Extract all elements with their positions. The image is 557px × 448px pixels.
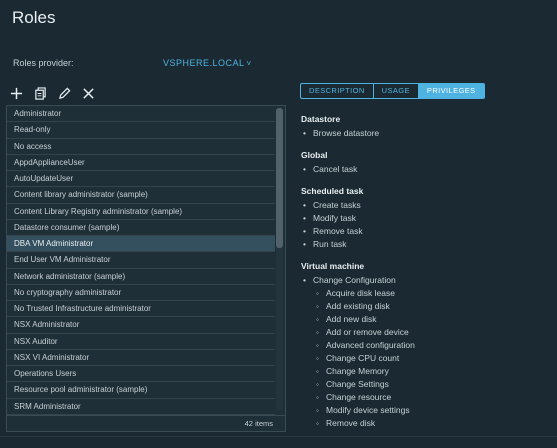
privilege-group: Datastore Browse datastore xyxy=(301,114,551,140)
scrollbar-thumb[interactable] xyxy=(276,108,283,248)
privilege-item: Run task xyxy=(301,238,551,251)
role-row[interactable]: Operations Users xyxy=(7,366,275,383)
role-row[interactable]: AppdApplianceUser xyxy=(7,155,275,171)
role-row[interactable]: Read-only xyxy=(7,122,275,139)
role-row[interactable]: Resource pool administrator (sample) xyxy=(7,382,275,399)
privilege-subitems: Acquire disk leaseAdd existing diskAdd n… xyxy=(301,287,551,430)
role-row[interactable]: AutoUpdateUser xyxy=(7,171,275,188)
role-row[interactable]: Administrator xyxy=(7,106,275,123)
privilege-item: Browse datastore xyxy=(301,127,551,140)
role-row[interactable]: End User VM Administrator xyxy=(7,252,275,269)
edit-icon[interactable] xyxy=(57,86,72,101)
role-row[interactable]: Datastore consumer (sample) xyxy=(7,220,275,236)
privilege-subitem: Acquire disk lease xyxy=(301,287,551,300)
privilege-group: Global Cancel task xyxy=(301,150,551,176)
privilege-subitem: Change Settings xyxy=(301,378,551,391)
privilege-group-title: Datastore xyxy=(301,114,341,124)
chevron-down-icon: ˅ xyxy=(246,59,252,68)
privileges-panel: Datastore Browse datastore Global Cancel… xyxy=(301,114,551,440)
roles-provider-label: Roles provider: xyxy=(13,58,74,68)
privilege-subitem: Add new disk xyxy=(301,313,551,326)
privilege-item: Create tasks xyxy=(301,199,551,212)
privilege-group-title: Global xyxy=(301,150,328,160)
tab-description[interactable]: DESCRIPTION xyxy=(301,84,374,98)
page-title: Roles xyxy=(12,8,56,27)
role-row[interactable]: Content library administrator (sample) xyxy=(7,187,275,204)
role-row[interactable]: No Trusted Infrastructure administrator xyxy=(7,301,275,318)
privilege-group-title: Virtual machine xyxy=(301,261,365,271)
role-row[interactable]: Network administrator (sample) xyxy=(7,269,275,285)
role-row[interactable]: DBA VM Administrator xyxy=(7,236,275,253)
tab-usage[interactable]: USAGE xyxy=(374,84,419,98)
roles-count: 42 items xyxy=(7,415,285,431)
privilege-group-title: Scheduled task xyxy=(301,186,364,196)
tab-privileges[interactable]: PRIVILEGES xyxy=(418,84,484,98)
role-row[interactable]: NSX VI Administrator xyxy=(7,350,275,366)
privilege-item: Remove task xyxy=(301,225,551,238)
privilege-subitem: Remove disk xyxy=(301,417,551,430)
delete-icon[interactable] xyxy=(81,86,96,101)
roles-list: Administrator Read-only No access AppdAppli… xyxy=(6,105,286,432)
privilege-subitem: Add or remove device xyxy=(301,326,551,339)
privilege-subitem: Change Memory xyxy=(301,365,551,378)
privilege-item: Cancel task xyxy=(301,163,551,176)
privilege-group: Scheduled task Create tasks Modify task … xyxy=(301,186,551,251)
clone-icon[interactable] xyxy=(33,86,48,101)
roles-provider-value: VSPHERE.LOCAL xyxy=(163,58,245,68)
privilege-subitem: Change CPU count xyxy=(301,352,551,365)
role-row[interactable]: SRM Administrator xyxy=(7,399,275,415)
role-row[interactable]: No cryptography administrator xyxy=(7,285,275,301)
add-icon[interactable] xyxy=(9,86,24,101)
privilege-subitem: Advanced configuration xyxy=(301,339,551,352)
roles-provider-dropdown[interactable]: VSPHERE.LOCAL ˅ xyxy=(163,58,252,68)
privilege-subitem: Change resource xyxy=(301,391,551,404)
role-row[interactable]: No access xyxy=(7,139,275,155)
role-row[interactable]: NSX Administrator xyxy=(7,317,275,334)
bottom-bar xyxy=(0,436,557,448)
privilege-group: Virtual machine Change Configuration Acq… xyxy=(301,261,551,430)
details-tabs: DESCRIPTION USAGE PRIVILEGES xyxy=(300,83,485,99)
privilege-item: Modify task xyxy=(301,212,551,225)
privilege-subitem: Modify device settings xyxy=(301,404,551,417)
role-row[interactable]: Content Library Registry administrator (… xyxy=(7,204,275,220)
roles-toolbar xyxy=(9,86,96,101)
role-row[interactable]: NSX Auditor xyxy=(7,334,275,350)
privilege-subitem: Add existing disk xyxy=(301,300,551,313)
roles-list-body: Administrator Read-only No access AppdAppli… xyxy=(7,106,275,415)
roles-list-scrollbar[interactable] xyxy=(276,108,283,410)
privilege-item: Change Configuration xyxy=(301,274,551,287)
